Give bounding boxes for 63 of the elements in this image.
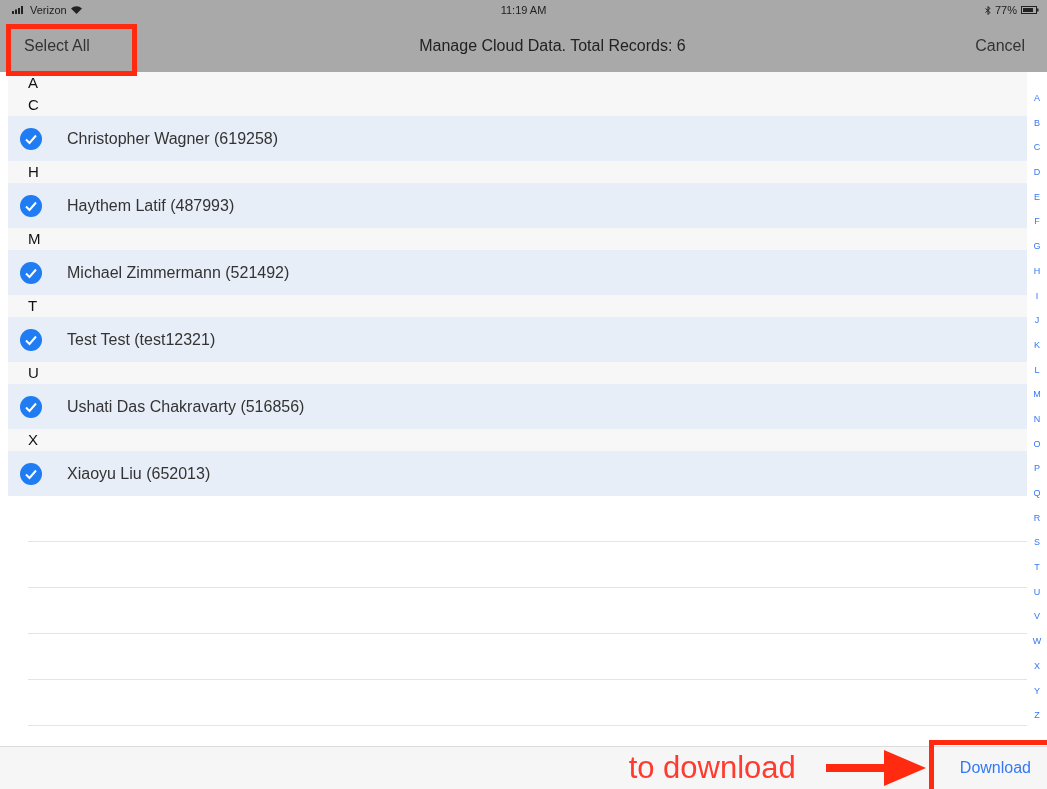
index-letter[interactable]: L [1034,357,1040,383]
cancel-button[interactable]: Cancel [965,31,1035,61]
checkmark-icon[interactable] [20,395,42,418]
index-letter[interactable]: X [1034,653,1040,679]
select-all-button[interactable]: Select All [14,31,100,61]
record-name: Xiaoyu Liu (652013) [67,464,211,483]
record-name: Haythem Latif (487993) [67,196,235,215]
index-letter[interactable]: K [1034,332,1040,358]
record-row[interactable]: Christopher Wagner (619258) [8,116,1027,161]
signal-icon [12,6,26,14]
index-letter[interactable]: O [1033,431,1041,457]
record-row[interactable]: Michael Zimmermann (521492) [8,250,1027,295]
index-letter[interactable]: B [1034,110,1040,136]
annotation-label: to download [628,750,796,786]
index-letter[interactable]: E [1034,184,1040,210]
index-letter[interactable]: T [1034,555,1040,580]
section-header: H [8,161,1027,183]
record-name: Christopher Wagner (619258) [67,129,279,148]
index-letter[interactable]: P [1034,456,1040,481]
status-time: 11:19 AM [500,4,547,16]
record-name: Ushati Das Chakravarty (516856) [67,397,305,416]
battery-percent: 77% [994,4,1017,16]
section-header: X [8,429,1027,451]
bluetooth-icon [984,5,991,15]
checkmark-icon[interactable] [20,194,42,217]
index-letter[interactable]: W [1032,629,1042,654]
checkmark-icon[interactable] [20,127,42,150]
battery-icon [1021,6,1039,14]
index-letter[interactable]: G [1033,234,1041,259]
nav-title: Manage Cloud Data. Total Records: 6 [419,37,686,55]
index-letter[interactable]: F [1034,209,1040,235]
section-header: A [8,72,1027,94]
record-row[interactable]: Xiaoyu Liu (652013) [8,451,1027,496]
section-header: M [8,228,1027,250]
section-header: U [8,362,1027,384]
index-letter[interactable]: Y [1034,678,1040,704]
carrier-name: Verizon [30,4,67,16]
index-letter[interactable]: H [1033,258,1041,284]
record-row[interactable]: Haythem Latif (487993) [8,183,1027,228]
index-letter[interactable]: I [1035,283,1039,309]
index-letter[interactable]: Q [1033,481,1041,506]
section-header: T [8,295,1027,317]
section-header: C [8,94,1027,116]
index-letter[interactable]: U [1033,579,1041,605]
index-letter[interactable]: R [1033,505,1041,531]
index-letter[interactable]: A [1034,86,1040,111]
index-letter[interactable]: J [1034,308,1040,333]
download-button[interactable]: Download [955,751,1035,785]
index-letter[interactable]: V [1034,604,1040,630]
index-letter[interactable]: C [1033,135,1041,161]
record-name: Michael Zimmermann (521492) [67,263,290,282]
record-name: Test Test (test12321) [67,330,216,349]
record-row[interactable]: Test Test (test12321) [8,317,1027,362]
index-letter[interactable]: S [1034,530,1040,556]
index-letter[interactable]: D [1033,160,1041,185]
index-letter[interactable]: Z [1034,703,1040,728]
checkmark-icon[interactable] [20,328,42,351]
index-letter[interactable]: M [1033,382,1041,407]
wifi-icon [70,6,82,14]
record-row[interactable]: Ushati Das Chakravarty (516856) [8,384,1027,429]
index-letter[interactable]: N [1033,406,1041,432]
checkmark-icon[interactable] [20,462,42,485]
checkmark-icon[interactable] [20,261,42,284]
